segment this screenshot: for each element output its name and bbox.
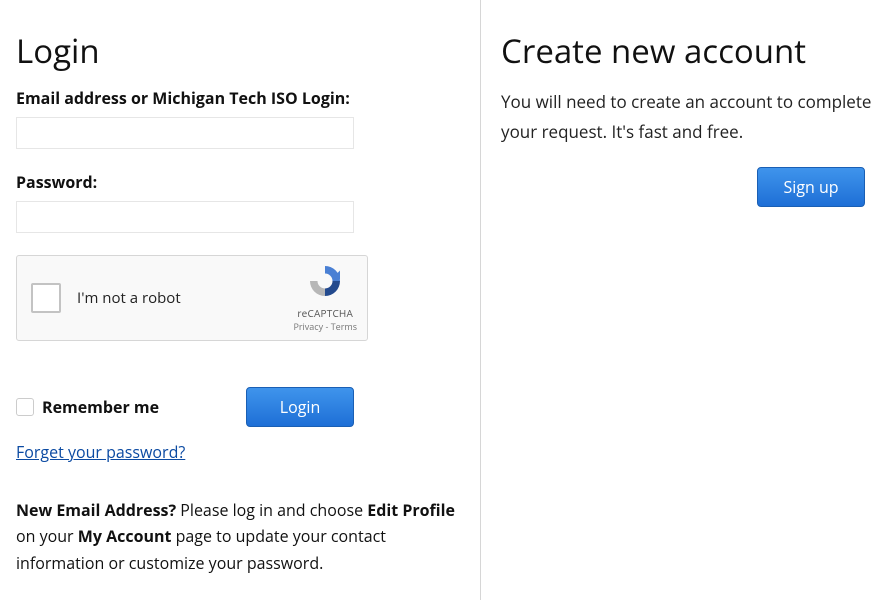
forgot-password-link[interactable]: Forget your password?: [16, 441, 185, 463]
signup-heading: Create new account: [501, 28, 873, 73]
signup-button[interactable]: Sign up: [757, 167, 865, 207]
password-field-block: Password:: [16, 171, 464, 233]
email-label: Email address or Michigan Tech ISO Login…: [16, 87, 464, 109]
help-my-account: My Account: [78, 525, 172, 547]
login-footer-row: Remember me Login: [16, 387, 354, 427]
recaptcha-icon: [307, 263, 343, 304]
signup-panel: Create new account You will need to crea…: [480, 0, 889, 600]
new-email-help-text: New Email Address? Please log in and cho…: [16, 497, 456, 576]
recaptcha-left: I'm not a robot: [31, 283, 181, 313]
recaptcha-checkbox[interactable]: [31, 283, 61, 313]
email-field-block: Email address or Michigan Tech ISO Login…: [16, 87, 464, 149]
signup-button-row: Sign up: [501, 167, 865, 207]
signup-description: You will need to create an account to co…: [501, 87, 873, 147]
help-part2: on your: [16, 525, 78, 547]
recaptcha-label: I'm not a robot: [77, 288, 181, 308]
recaptcha-widget: I'm not a robot reCAPTCHA Privacy - Term…: [16, 255, 368, 341]
recaptcha-brand: reCAPTCHA: [297, 306, 353, 320]
login-panel: Login Email address or Michigan Tech ISO…: [0, 0, 480, 600]
login-heading: Login: [16, 28, 464, 73]
login-button[interactable]: Login: [246, 387, 354, 427]
page-wrapper: Login Email address or Michigan Tech ISO…: [0, 0, 889, 600]
help-edit-profile: Edit Profile: [367, 499, 455, 521]
remember-me-block: Remember me: [16, 396, 159, 418]
remember-me-label: Remember me: [42, 396, 159, 418]
password-label: Password:: [16, 171, 464, 193]
recaptcha-right: reCAPTCHA Privacy - Terms: [293, 263, 357, 333]
remember-me-checkbox[interactable]: [16, 398, 34, 416]
help-lead: New Email Address?: [16, 499, 176, 521]
recaptcha-links: Privacy - Terms: [293, 320, 357, 333]
email-input[interactable]: [16, 117, 354, 149]
password-input[interactable]: [16, 201, 354, 233]
help-part1: Please log in and choose: [176, 499, 367, 521]
